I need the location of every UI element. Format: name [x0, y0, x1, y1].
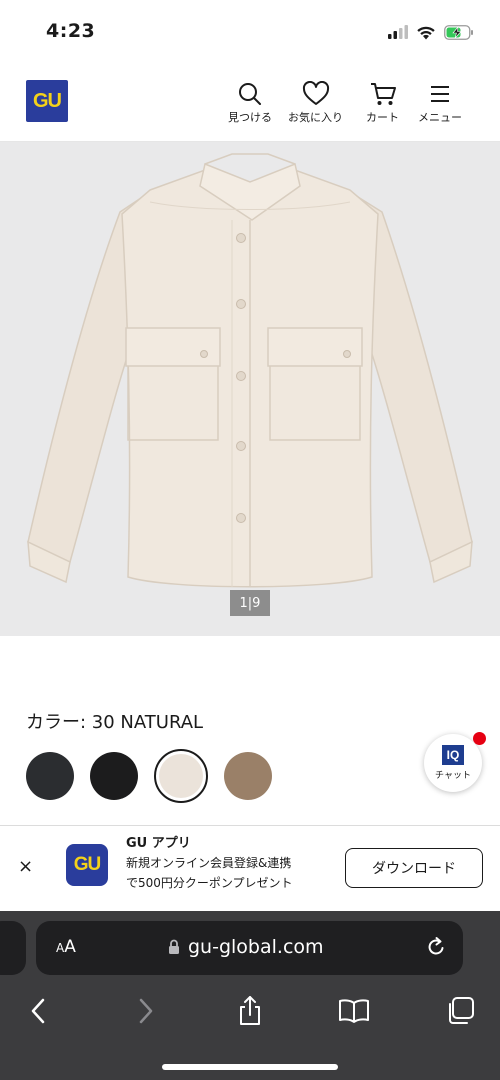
- aa-small: A: [56, 941, 65, 955]
- menu-icon: [431, 86, 449, 102]
- back-button[interactable]: [18, 991, 58, 1031]
- nav-cart[interactable]: カート: [366, 80, 399, 125]
- browser-toolbar: [0, 991, 500, 1041]
- chat-label: チャット: [435, 771, 471, 781]
- reload-icon: [428, 937, 444, 955]
- tabs-icon: [449, 997, 474, 1024]
- bookmarks-button[interactable]: [334, 991, 374, 1031]
- chat-button[interactable]: IQ チャット: [424, 734, 482, 792]
- gu-logo-text: GU: [33, 89, 62, 112]
- cellular-signal-icon: [388, 25, 408, 39]
- address-bar[interactable]: AA gu-global.com: [36, 921, 463, 975]
- aa-big: A: [64, 937, 76, 957]
- bookmarks-icon: [339, 999, 369, 1023]
- image-counter: 1|9: [230, 590, 270, 616]
- url-display[interactable]: gu-global.com: [168, 936, 324, 958]
- nav-cart-label: カート: [366, 111, 399, 124]
- nav-search[interactable]: 見つける: [228, 80, 272, 125]
- nav-menu[interactable]: メニュー: [418, 80, 462, 125]
- status-icons: [388, 22, 474, 42]
- battery-charging-icon: [444, 24, 473, 40]
- swatch-natural[interactable]: [154, 749, 208, 803]
- browser-bottom-bar: AA gu-global.com: [0, 911, 500, 1080]
- app-download-banner: × GU GU アプリ 新規オンライン会員登録&連携 で500円分クーポンプレゼ…: [0, 825, 500, 911]
- banner-description: 新規オンライン会員登録&連携 で500円分クーポンプレゼント: [126, 853, 326, 893]
- nav-favorites-label: お気に入り: [288, 111, 343, 124]
- nav-favorites[interactable]: お気に入り: [288, 80, 343, 125]
- search-icon: [239, 83, 261, 105]
- share-icon: [240, 996, 260, 1025]
- share-button[interactable]: [230, 991, 270, 1031]
- color-label: カラー: 30 NATURAL: [26, 712, 204, 733]
- gu-app-icon-text: GU: [73, 854, 101, 875]
- reload-button[interactable]: [425, 936, 447, 962]
- swatch-black[interactable]: [90, 752, 138, 800]
- banner-close-button[interactable]: ×: [18, 856, 33, 877]
- nav-menu-label: メニュー: [418, 111, 462, 124]
- wifi-icon: [417, 26, 435, 39]
- swatch-brown[interactable]: [224, 752, 272, 800]
- status-bar: 4:23: [0, 0, 500, 64]
- url-text: gu-global.com: [188, 936, 324, 958]
- gu-logo[interactable]: GU: [26, 80, 68, 122]
- forward-button[interactable]: [126, 991, 166, 1031]
- cart-icon: [370, 83, 396, 105]
- reader-aa-button[interactable]: AA: [56, 937, 76, 957]
- gu-app-icon: GU: [66, 844, 108, 886]
- chat-notification-dot: [473, 732, 486, 745]
- back-icon: [31, 998, 45, 1024]
- lock-icon: [169, 939, 179, 954]
- banner-desc-line2: で500円分クーポンプレゼント: [126, 876, 293, 890]
- shirt-jacket-image: [27, 153, 473, 588]
- tabs-button[interactable]: [440, 991, 480, 1031]
- site-header: GU 見つける お気に入り カート メニュー: [0, 64, 500, 142]
- home-indicator: [162, 1064, 338, 1070]
- color-swatches: [26, 749, 272, 803]
- product-image-gallery[interactable]: [0, 142, 500, 636]
- swatch-dark-gray[interactable]: [26, 752, 74, 800]
- previous-tab-peek[interactable]: [0, 921, 26, 975]
- forward-icon: [139, 998, 153, 1024]
- banner-title: GU アプリ: [126, 836, 191, 851]
- download-button[interactable]: ダウンロード: [345, 848, 483, 888]
- nav-search-label: 見つける: [228, 111, 272, 124]
- heart-icon: [302, 81, 329, 105]
- status-time: 4:23: [46, 20, 96, 42]
- banner-desc-line1: 新規オンライン会員登録&連携: [126, 856, 292, 870]
- iq-chat-icon: IQ: [442, 745, 464, 765]
